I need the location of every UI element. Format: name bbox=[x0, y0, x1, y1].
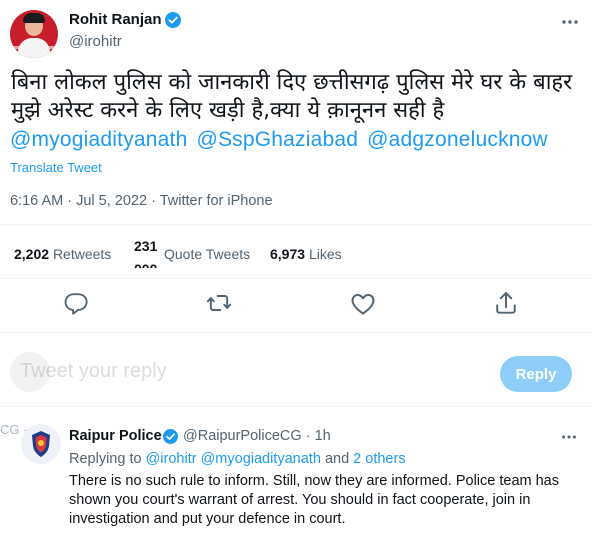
author-name[interactable]: Rohit Ranjan bbox=[69, 11, 162, 28]
retweet-icon[interactable] bbox=[205, 289, 233, 317]
more-options-icon[interactable] bbox=[560, 12, 580, 32]
raipur-police-avatar[interactable] bbox=[21, 424, 61, 464]
divider bbox=[0, 224, 592, 225]
author-handle[interactable]: @irohitr bbox=[69, 33, 122, 50]
reply-icon[interactable] bbox=[62, 289, 90, 317]
mention-link[interactable]: @adgzonelucknow bbox=[367, 128, 548, 151]
quote-count-overflow: 000 bbox=[134, 262, 157, 268]
tweet-mentions: @myogiadityanath @SspGhaziabad @adgzoneluc… bbox=[10, 128, 557, 152]
reply-author-name[interactable]: Raipur Police bbox=[69, 428, 162, 444]
mention-link[interactable]: @SspGhaziabad bbox=[196, 128, 358, 151]
reply-input[interactable]: Tweet your reply bbox=[20, 360, 210, 390]
replying-to: Replying to @irohitr @myogiadityanath an… bbox=[69, 451, 406, 467]
more-options-icon[interactable] bbox=[560, 428, 578, 446]
tweet-meta: 6:16 AM · Jul 5, 2022 · Twitter for iPho… bbox=[10, 193, 273, 209]
tweet-source[interactable]: Twitter for iPhone bbox=[160, 193, 273, 209]
retweets-stat[interactable]: 2,202 Retweets bbox=[14, 246, 111, 262]
translate-tweet-link[interactable]: Translate Tweet bbox=[10, 160, 102, 175]
reply-button[interactable]: Reply bbox=[500, 356, 572, 392]
tweet-time[interactable]: 6:16 AM bbox=[10, 193, 63, 209]
likes-stat[interactable]: 6,973 Likes bbox=[270, 246, 342, 262]
tweet-text: बिना लोकल पुलिस को जानकारी दिए छत्तीसगढ़… bbox=[11, 70, 573, 123]
verified-badge-icon bbox=[163, 429, 178, 444]
divider bbox=[0, 406, 592, 407]
mention-link[interactable]: @myogiadityanath bbox=[10, 128, 187, 151]
verified-badge-icon bbox=[165, 12, 181, 28]
replying-to-users[interactable]: @irohitr @myogiadityanath bbox=[146, 451, 321, 467]
author-avatar[interactable] bbox=[10, 10, 58, 58]
replying-to-others[interactable]: 2 others bbox=[353, 451, 405, 467]
divider bbox=[0, 332, 592, 333]
divider bbox=[0, 278, 592, 279]
reply-time: 1h bbox=[314, 428, 331, 444]
reply-text: There is no such rule to inform. Still, … bbox=[69, 473, 559, 527]
like-icon[interactable] bbox=[349, 290, 377, 318]
quote-count[interactable]: 231 bbox=[134, 239, 157, 253]
share-icon[interactable] bbox=[492, 289, 520, 317]
tweet-date[interactable]: Jul 5, 2022 bbox=[76, 193, 147, 209]
reply-author-handle[interactable]: @RaipurPoliceCG · 1h bbox=[183, 428, 331, 444]
quote-tweets-stat[interactable]: Quote Tweets bbox=[164, 246, 250, 262]
